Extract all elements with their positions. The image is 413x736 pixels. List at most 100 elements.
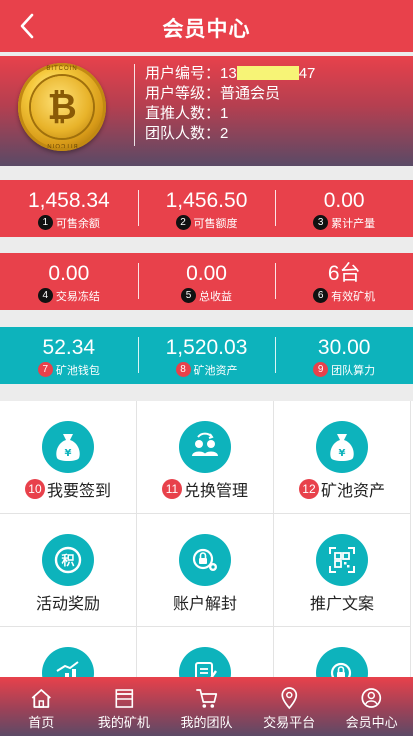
money-bag-icon: ¥	[316, 421, 368, 473]
money-bag-icon: ¥	[42, 421, 94, 473]
menu-label: 兑换管理	[183, 483, 248, 500]
stat-label: 矿池资产	[193, 364, 238, 377]
stat-value: 0.00	[186, 262, 227, 285]
user-id-label: 用户编号：	[145, 65, 221, 82]
stat-pool-wallet[interactable]: 52.34 7 矿池钱包	[0, 327, 138, 384]
stat-sellable-balance[interactable]: 1,458.34 1 可售余额	[0, 180, 138, 237]
bitcoin-symbol-icon: ₿	[47, 87, 77, 128]
member-center-page: 会员中心 BITCOIN ₿ BITCOIN 用户编号：13 47 用户等级：普通…	[0, 0, 413, 736]
direct-referrals: 直推人数：1	[145, 105, 229, 122]
nav-label: 我的矿机	[97, 715, 150, 730]
unlock-settings-icon	[179, 534, 231, 586]
edit-document-icon	[179, 647, 231, 677]
number-badge: 2	[175, 215, 191, 230]
coin-ring-text-bottom: BITCOIN	[46, 142, 78, 148]
stat-sellable-quota[interactable]: 1,456.50 2 可售额度	[137, 180, 276, 237]
nav-label: 会员中心	[345, 715, 398, 730]
stat-team-hashrate[interactable]: 30.00 9 团队算力	[275, 327, 413, 384]
svg-text:¥: ¥	[339, 448, 346, 459]
stat-label: 矿池钱包	[55, 364, 100, 377]
stat-label: 累计产量	[331, 217, 376, 230]
profile-info: 用户编号：13 47 用户等级：普通会员 直推人数：1 团队人数：2	[145, 64, 315, 144]
user-icon	[361, 688, 382, 708]
number-badge: 1	[37, 215, 53, 230]
nav-home[interactable]: 首页	[0, 677, 83, 736]
menu-label: 账户解封	[172, 596, 237, 613]
stat-value: 30.00	[317, 336, 371, 359]
nav-my-team[interactable]: 我的团队	[165, 677, 248, 736]
user-id-redaction	[236, 66, 299, 80]
stat-total-output[interactable]: 0.00 3 累计产量	[275, 180, 413, 237]
menu-sign-in[interactable]: ¥ 10 我要签到	[0, 401, 137, 514]
menu-grid: ¥ 10 我要签到 11 兑换管理 ¥ 12 矿池资产 积 活动奖励 账户解封 推广文…	[0, 401, 413, 677]
svg-text:¥: ¥	[65, 448, 72, 459]
lock-settings-icon	[316, 647, 368, 677]
user-id-suffix: 47	[298, 65, 316, 82]
home-icon	[31, 689, 51, 708]
stat-value: 1,458.34	[27, 189, 110, 212]
number-badge: 4	[37, 288, 53, 303]
menu-item-growth[interactable]	[0, 627, 137, 677]
nav-label: 我的团队	[180, 715, 233, 730]
stat-value: 0.00	[323, 189, 365, 212]
team-size: 团队人数：2	[145, 125, 229, 142]
number-badge: 9	[313, 362, 329, 377]
stat-label: 可售余额	[55, 217, 100, 230]
stat-label: 总收益	[199, 290, 232, 303]
stat-label: 有效矿机	[331, 290, 376, 303]
menu-pool-assets[interactable]: ¥ 12 矿池资产	[274, 401, 411, 514]
number-badge: 7	[37, 362, 53, 377]
menu-item-edit[interactable]	[137, 627, 274, 677]
page-title: 会员中心	[162, 18, 251, 41]
stats-row-2: 0.00 4 交易冻结 0.00 5 总收益 6台 6 有效矿机	[0, 253, 413, 310]
number-badge: 11	[161, 479, 182, 499]
menu-label: 推广文案	[309, 596, 374, 613]
profile-divider	[134, 64, 135, 146]
nav-my-miners[interactable]: 我的矿机	[83, 677, 166, 736]
store-icon	[115, 689, 133, 708]
stat-value: 0.00	[48, 262, 90, 285]
user-id-row: 用户编号：13 47	[145, 64, 315, 84]
exchange-users-icon	[179, 421, 231, 473]
stat-total-income[interactable]: 0.00 5 总收益	[137, 253, 276, 310]
stat-value: 1,520.03	[165, 336, 248, 359]
user-level: 用户等级：普通会员	[145, 85, 281, 102]
stat-active-miners[interactable]: 6台 6 有效矿机	[275, 253, 413, 310]
number-badge: 5	[181, 288, 196, 303]
stat-pool-assets[interactable]: 1,520.03 8 矿池资产	[137, 327, 276, 384]
svg-text:积: 积	[61, 553, 74, 569]
menu-label: 活动奖励	[35, 596, 100, 613]
cart-icon	[196, 689, 218, 708]
coin-inner: ₿	[31, 76, 93, 138]
stat-value: 1,456.50	[165, 189, 248, 212]
menu-exchange-management[interactable]: 11 兑换管理	[137, 401, 274, 514]
user-id-prefix: 13	[220, 65, 237, 82]
stats-row-1: 1,458.34 1 可售余额 1,456.50 2 可售额度 0.00 3 累计产量	[0, 180, 413, 237]
stats-row-3: 52.34 7 矿池钱包 1,520.03 8 矿池资产 30.00 9 团队算力	[0, 327, 413, 384]
stat-label: 交易冻结	[55, 290, 100, 303]
menu-label: 矿池资产	[320, 483, 385, 500]
menu-account-unlock[interactable]: 账户解封	[137, 514, 274, 627]
stat-trade-frozen[interactable]: 0.00 4 交易冻结	[0, 253, 138, 310]
menu-label: 我要签到	[46, 483, 111, 500]
stat-label: 团队算力	[331, 364, 376, 377]
number-badge: 3	[313, 215, 329, 230]
nav-label: 交易平台	[263, 715, 316, 730]
nav-trading-platform[interactable]: 交易平台	[248, 677, 331, 736]
nav-label: 首页	[28, 715, 55, 730]
stat-value: 6台	[327, 262, 361, 285]
menu-activity-rewards[interactable]: 积 活动奖励	[0, 514, 137, 627]
bottom-nav: 首页 我的矿机 我的团队 交易平台 会员中心	[0, 677, 413, 736]
number-badge: 8	[175, 362, 191, 377]
number-badge: 12	[298, 479, 319, 499]
top-bar: 会员中心	[0, 0, 413, 52]
coin-ring-text-top: BITCOIN	[46, 66, 78, 72]
chart-growth-icon	[42, 647, 94, 677]
menu-item-lock[interactable]	[274, 627, 411, 677]
stat-label: 可售额度	[193, 217, 238, 230]
qrcode-icon	[316, 534, 368, 586]
nav-member-center[interactable]: 会员中心	[330, 677, 413, 736]
number-badge: 6	[313, 288, 329, 303]
menu-promo-copy[interactable]: 推广文案	[274, 514, 411, 627]
points-coin-icon: 积	[42, 534, 94, 586]
